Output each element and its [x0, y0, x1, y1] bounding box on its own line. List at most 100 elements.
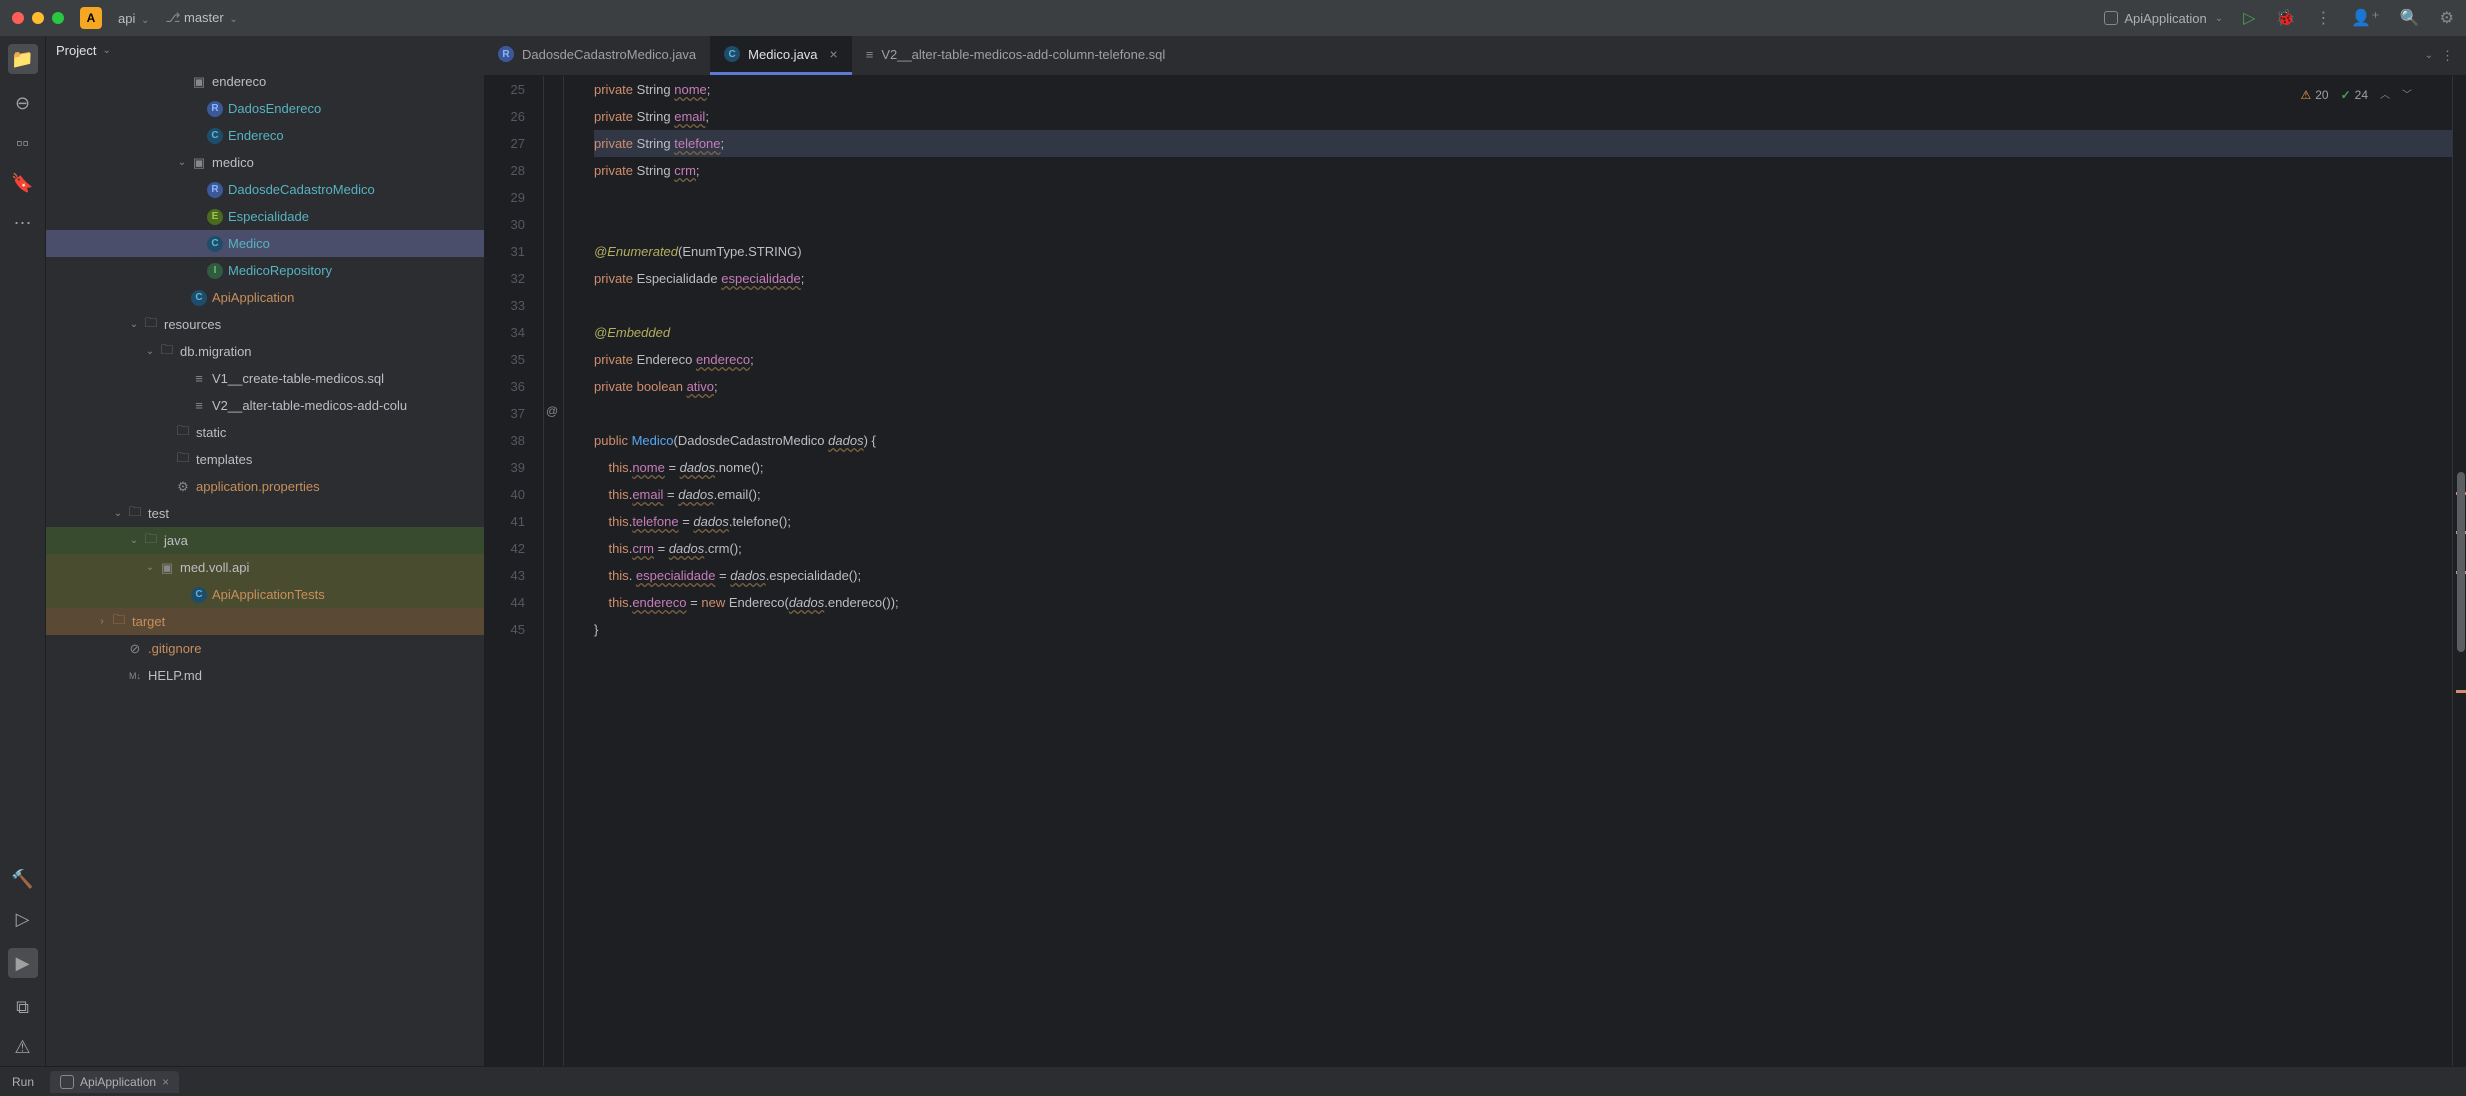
- maximize-window[interactable]: [52, 12, 64, 24]
- warning-count[interactable]: 20: [2300, 82, 2328, 109]
- code-line[interactable]: this.endereco = new Endereco(dados.ender…: [594, 589, 2452, 616]
- terminal-tool-icon[interactable]: ⧉: [12, 996, 34, 1018]
- tree-arrow-icon[interactable]: ⌄: [126, 319, 142, 330]
- scrollbar[interactable]: [2452, 76, 2466, 1066]
- code-line[interactable]: [594, 292, 2452, 319]
- tree-arrow-icon[interactable]: ⌄: [142, 562, 158, 573]
- scroll-thumb[interactable]: [2457, 472, 2465, 652]
- tree-icon: 🗀: [110, 611, 128, 633]
- tree-row[interactable]: ⌄🗀test: [46, 500, 484, 527]
- ok-count[interactable]: 24: [2341, 82, 2368, 109]
- editor-body[interactable]: 2526272829303132333435363738394041424344…: [484, 76, 2466, 1066]
- run-tab[interactable]: ApiApplication ×: [50, 1071, 179, 1093]
- code-line[interactable]: private String crm;: [594, 157, 2452, 184]
- tree-arrow-icon[interactable]: ⌄: [110, 508, 126, 519]
- code-line[interactable]: @Enumerated(EnumType.STRING): [594, 238, 2452, 265]
- search-icon[interactable]: 🔍: [2400, 8, 2420, 28]
- more-actions-icon[interactable]: ⋮: [2315, 8, 2331, 28]
- project-tree[interactable]: ▣enderecoRDadosEnderecoCEndereco⌄▣medico…: [46, 64, 484, 1066]
- code-area[interactable]: 20 24 ︿ ﹀ private String nome;private St…: [564, 76, 2452, 1066]
- tree-arrow-icon[interactable]: ⌄: [126, 535, 142, 546]
- tree-row[interactable]: M↓HELP.md: [46, 662, 484, 689]
- close-icon[interactable]: ×: [162, 1075, 169, 1089]
- tab-more-icon[interactable]: ⋮: [2441, 48, 2454, 64]
- prev-highlight-icon[interactable]: ︿: [2380, 82, 2390, 109]
- debug-button[interactable]: 🐞: [2275, 8, 2295, 28]
- tree-icon: M↓: [126, 671, 144, 681]
- code-line[interactable]: this.nome = dados.nome();: [594, 454, 2452, 481]
- tree-arrow-icon[interactable]: ⌄: [174, 157, 190, 168]
- tree-row[interactable]: ⌄▣med.voll.api: [46, 554, 484, 581]
- vcs-branch[interactable]: ⎇ master ⌄: [165, 10, 237, 26]
- project-badge: A: [80, 7, 102, 29]
- tree-row[interactable]: ⚙application.properties: [46, 473, 484, 500]
- tree-label: templates: [196, 452, 252, 467]
- code-line[interactable]: private boolean ativo;: [594, 373, 2452, 400]
- tree-row[interactable]: ⌄🗀resources: [46, 311, 484, 338]
- code-line[interactable]: this. especialidade = dados.especialidad…: [594, 562, 2452, 589]
- run-tool-icon[interactable]: ▶: [8, 948, 38, 978]
- code-line[interactable]: private String email;: [594, 103, 2452, 130]
- line-gutter[interactable]: 2526272829303132333435363738394041424344…: [484, 76, 544, 1066]
- tree-row[interactable]: RDadosEndereco: [46, 95, 484, 122]
- bookmarks-tool-icon[interactable]: 🔖: [12, 172, 34, 194]
- tree-row[interactable]: ≡V1__create-table-medicos.sql: [46, 365, 484, 392]
- tree-row[interactable]: ⊘.gitignore: [46, 635, 484, 662]
- tree-row[interactable]: ≡V2__alter-table-medicos-add-colu: [46, 392, 484, 419]
- more-tools-icon[interactable]: ⋯: [12, 212, 34, 234]
- code-line[interactable]: [594, 184, 2452, 211]
- tree-row[interactable]: CApiApplication: [46, 284, 484, 311]
- tree-row[interactable]: ⌄🗀db.migration: [46, 338, 484, 365]
- tree-row[interactable]: RDadosdeCadastroMedico: [46, 176, 484, 203]
- tree-label: Especialidade: [228, 209, 309, 224]
- code-line[interactable]: private Endereco endereco;: [594, 346, 2452, 373]
- project-tool-icon[interactable]: 📁: [8, 44, 38, 74]
- inspection-widget[interactable]: 20 24 ︿ ﹀: [2300, 82, 2412, 109]
- tree-arrow-icon[interactable]: ⌄: [142, 346, 158, 357]
- code-line[interactable]: private String nome;: [594, 76, 2452, 103]
- settings-icon[interactable]: ⚙: [2440, 8, 2454, 28]
- code-line[interactable]: [594, 211, 2452, 238]
- services-tool-icon[interactable]: ▷: [12, 908, 34, 930]
- tree-row[interactable]: ▣endereco: [46, 68, 484, 95]
- minimize-window[interactable]: [32, 12, 44, 24]
- code-line[interactable]: this.telefone = dados.telefone();: [594, 508, 2452, 535]
- tree-row[interactable]: ›🗀target: [46, 608, 484, 635]
- code-line[interactable]: @Embedded: [594, 319, 2452, 346]
- code-line[interactable]: private String telefone;: [594, 130, 2452, 157]
- tree-arrow-icon[interactable]: ›: [94, 616, 110, 627]
- tree-row[interactable]: CApiApplicationTests: [46, 581, 484, 608]
- structure-tool-icon[interactable]: ▫▫: [12, 132, 34, 154]
- editor-tab[interactable]: RDadosdeCadastroMedico.java: [484, 36, 710, 75]
- run-button[interactable]: ▷: [2243, 8, 2255, 28]
- project-name[interactable]: api ⌄: [118, 11, 149, 26]
- tab-list-icon[interactable]: ⌄: [2425, 50, 2433, 61]
- problems-tool-icon[interactable]: ⚠: [12, 1036, 34, 1058]
- tree-row[interactable]: ⌄🗀java: [46, 527, 484, 554]
- code-line[interactable]: }: [594, 616, 2452, 643]
- code-line[interactable]: private Especialidade especialidade;: [594, 265, 2452, 292]
- run-configuration[interactable]: ApiApplication ⌄: [2104, 11, 2223, 26]
- close-tab-icon[interactable]: ×: [830, 46, 838, 62]
- tree-row[interactable]: CEndereco: [46, 122, 484, 149]
- run-label[interactable]: Run: [12, 1075, 34, 1089]
- tree-icon: 🗀: [174, 449, 192, 471]
- tree-row[interactable]: IMedicoRepository: [46, 257, 484, 284]
- add-user-icon[interactable]: 👤⁺: [2351, 8, 2379, 28]
- build-tool-icon[interactable]: 🔨: [12, 868, 34, 890]
- code-line[interactable]: [594, 400, 2452, 427]
- tree-row[interactable]: CMedico: [46, 230, 484, 257]
- tree-row[interactable]: ⌄▣medico: [46, 149, 484, 176]
- code-line[interactable]: public Medico(DadosdeCadastroMedico dado…: [594, 427, 2452, 454]
- tree-row[interactable]: 🗀 templates: [46, 446, 484, 473]
- editor-tab[interactable]: ≡V2__alter-table-medicos-add-column-tele…: [852, 36, 1180, 75]
- tree-row[interactable]: 🗀static: [46, 419, 484, 446]
- panel-header[interactable]: Project ⌄: [46, 36, 484, 64]
- editor-tab[interactable]: CMedico.java×: [710, 36, 852, 75]
- code-line[interactable]: this.crm = dados.crm();: [594, 535, 2452, 562]
- tree-row[interactable]: EEspecialidade: [46, 203, 484, 230]
- code-line[interactable]: this.email = dados.email();: [594, 481, 2452, 508]
- commit-tool-icon[interactable]: ⊖: [12, 92, 34, 114]
- next-highlight-icon[interactable]: ﹀: [2402, 82, 2412, 109]
- close-window[interactable]: [12, 12, 24, 24]
